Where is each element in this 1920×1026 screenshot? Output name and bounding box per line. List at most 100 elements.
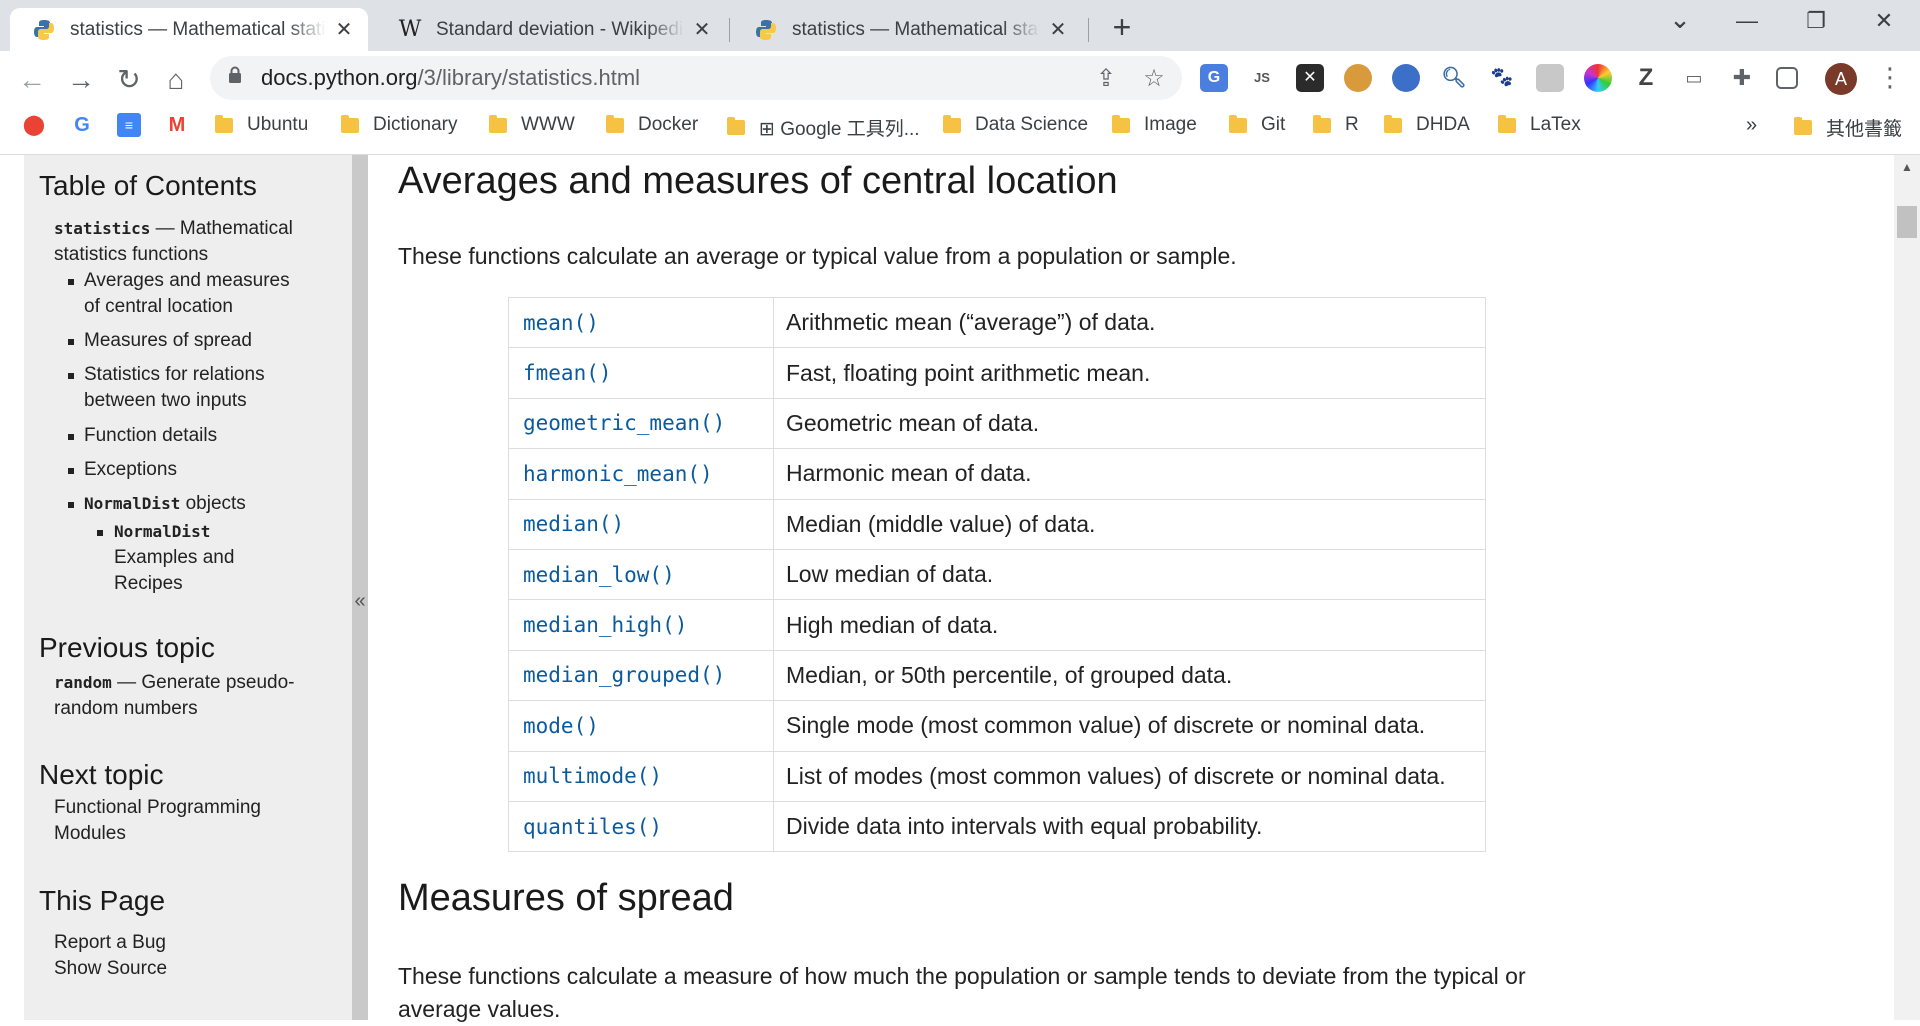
zotero-extension-icon[interactable]: Z	[1632, 64, 1660, 92]
gmail-bookmark-icon[interactable]: M	[165, 113, 189, 137]
function-link[interactable]: fmean()	[508, 347, 774, 399]
js-extension-icon[interactable]: JS	[1248, 64, 1276, 92]
bookmark-label: Dictionary	[373, 114, 458, 135]
toc-item-relations-line2[interactable]: between two inputs	[84, 388, 247, 414]
function-link[interactable]: geometric_mean()	[508, 397, 774, 450]
side-panel-icon[interactable]	[1776, 67, 1798, 89]
share-icon[interactable]: ⇪	[1091, 64, 1121, 93]
reload-button[interactable]: ↻	[111, 62, 147, 98]
new-tab-button[interactable]: +	[1107, 11, 1137, 43]
close-tab-icon[interactable]: ✕	[1048, 17, 1068, 42]
bookmark-google-toolbar[interactable]: ⊞ Google 工具列...	[727, 114, 920, 141]
back-button[interactable]: ←	[14, 62, 50, 98]
tab-title: statistics — Mathematical statistics fun…	[70, 18, 326, 40]
bookmark-dhda[interactable]: DHDA	[1384, 114, 1470, 136]
toc-subitem-normaldist-examples[interactable]: NormalDist	[114, 519, 210, 545]
previous-topic-link[interactable]: random — Generate pseudo-	[54, 670, 295, 696]
bookmark-latex[interactable]: LaTex	[1498, 114, 1581, 136]
function-description: Low median of data.	[773, 548, 1486, 601]
tab-title: statistics — Mathematical statistics fun…	[792, 18, 1040, 40]
close-tab-icon[interactable]: ✕	[334, 17, 354, 42]
sidebar-collapse-bar[interactable]	[352, 155, 368, 1020]
tab-search-dropdown-icon[interactable]: ⌄	[1660, 4, 1700, 35]
show-source-link[interactable]: Show Source	[54, 956, 167, 982]
google-bookmark-icon[interactable]: G	[70, 113, 94, 137]
tab-wikipedia[interactable]: W Standard deviation - Wikipedia ✕	[376, 8, 726, 51]
toc-item-exceptions[interactable]: Exceptions	[84, 457, 177, 483]
forward-button[interactable]: →	[63, 62, 99, 98]
menu-kebab-icon[interactable]: ⋮	[1877, 62, 1903, 93]
bookmark-image[interactable]: Image	[1112, 114, 1197, 136]
bullet	[68, 339, 74, 345]
function-link[interactable]: median()	[508, 498, 774, 550]
search-extension-icon[interactable]: 🔍︎	[1440, 64, 1468, 92]
toc-item-function-details[interactable]: Function details	[84, 423, 217, 449]
close-tab-icon[interactable]: ✕	[692, 17, 712, 42]
docs-bookmark-icon[interactable]: ≡	[117, 113, 141, 137]
restore-button[interactable]: ❐	[1796, 8, 1836, 34]
toc-item-averages-line2[interactable]: of central location	[84, 294, 233, 320]
bookmark-dictionary[interactable]: Dictionary	[341, 114, 457, 136]
next-topic-link[interactable]: Functional Programming	[54, 795, 261, 821]
lock-icon	[229, 66, 241, 83]
tab-statistics-1[interactable]: statistics — Mathematical statistics fun…	[10, 8, 368, 51]
function-link[interactable]: multimode()	[508, 750, 774, 802]
tab-statistics-2[interactable]: statistics — Mathematical statistics fun…	[732, 8, 1082, 51]
x-extension-icon[interactable]: ✕	[1296, 64, 1324, 92]
toc-module-link[interactable]: statistics — Mathematical	[54, 216, 293, 242]
collapse-sidebar-icon[interactable]: «	[352, 590, 368, 613]
translate-extension-icon[interactable]: G	[1200, 64, 1228, 92]
bookmark-label: Ubuntu	[247, 114, 309, 135]
module-desc: — Mathematical	[150, 218, 293, 239]
page-scrollbar[interactable]	[1894, 155, 1920, 1020]
bookmark-other[interactable]: 其他書籤	[1794, 114, 1902, 141]
function-link[interactable]: median_grouped()	[508, 649, 774, 702]
profile-avatar[interactable]: A	[1825, 63, 1857, 95]
toc-module-link-line2[interactable]: statistics functions	[54, 242, 208, 268]
maps-bookmark-icon[interactable]: ⬤	[22, 113, 46, 137]
toc-item-normaldist[interactable]: NormalDist objects	[84, 491, 246, 517]
report-bug-link[interactable]: Report a Bug	[54, 930, 166, 956]
toc-item-relations[interactable]: Statistics for relations	[84, 362, 265, 388]
address-url[interactable]: docs.python.org/3/library/statistics.htm…	[261, 65, 640, 91]
next-topic-link-line2[interactable]: Modules	[54, 821, 126, 847]
bookmark-star-icon[interactable]: ☆	[1139, 64, 1169, 93]
bookmark-ubuntu[interactable]: Ubuntu	[215, 114, 308, 136]
chat-extension-icon[interactable]	[1536, 64, 1564, 92]
previous-topic-link-line2[interactable]: random numbers	[54, 696, 198, 722]
function-link[interactable]: harmonic_mean()	[508, 448, 774, 500]
color-picker-extension-icon[interactable]	[1584, 64, 1612, 92]
function-link[interactable]: quantiles()	[508, 800, 774, 853]
bookmark-r[interactable]: R	[1313, 114, 1359, 136]
function-link[interactable]: median_low()	[508, 548, 774, 601]
home-button[interactable]: ⌂	[158, 62, 194, 98]
bookmarks-overflow-button[interactable]: »	[1746, 114, 1757, 137]
folder-icon	[489, 114, 507, 133]
bookmark-data-science[interactable]: Data Science	[943, 114, 1088, 136]
section-heading-spread: Measures of spread	[398, 877, 734, 919]
scrollbar-thumb[interactable]	[1897, 206, 1917, 238]
function-link[interactable]: mode()	[508, 700, 774, 752]
cookie-extension-icon[interactable]	[1344, 64, 1372, 92]
folder-icon	[1384, 114, 1402, 133]
bookmark-git[interactable]: Git	[1229, 114, 1285, 136]
function-description: Median, or 50th percentile, of grouped d…	[773, 649, 1486, 702]
toc-subitem-examples-line3[interactable]: Recipes	[114, 571, 183, 597]
bookmark-www[interactable]: WWW	[489, 114, 575, 136]
function-link[interactable]: median_high()	[508, 599, 774, 651]
disc-extension-icon[interactable]	[1392, 64, 1420, 92]
folder-icon	[341, 114, 359, 133]
toc-item-averages[interactable]: Averages and measures	[84, 268, 290, 294]
toc-item-spread[interactable]: Measures of spread	[84, 328, 252, 354]
toc-subitem-examples-line2[interactable]: Examples and	[114, 545, 234, 571]
tab-separator	[729, 18, 730, 42]
cast-extension-icon[interactable]: ▭	[1680, 64, 1708, 92]
minimize-button[interactable]: —	[1727, 8, 1767, 34]
bookmark-docker[interactable]: Docker	[606, 114, 698, 136]
paw-extension-icon[interactable]: 🐾︎	[1488, 64, 1516, 92]
function-description: High median of data.	[773, 599, 1486, 651]
scroll-up-arrow-icon[interactable]: ▲	[1897, 160, 1917, 174]
function-link[interactable]: mean()	[508, 296, 774, 349]
close-window-button[interactable]: ✕	[1864, 8, 1904, 34]
extensions-puzzle-icon[interactable]: ✚	[1728, 64, 1756, 92]
